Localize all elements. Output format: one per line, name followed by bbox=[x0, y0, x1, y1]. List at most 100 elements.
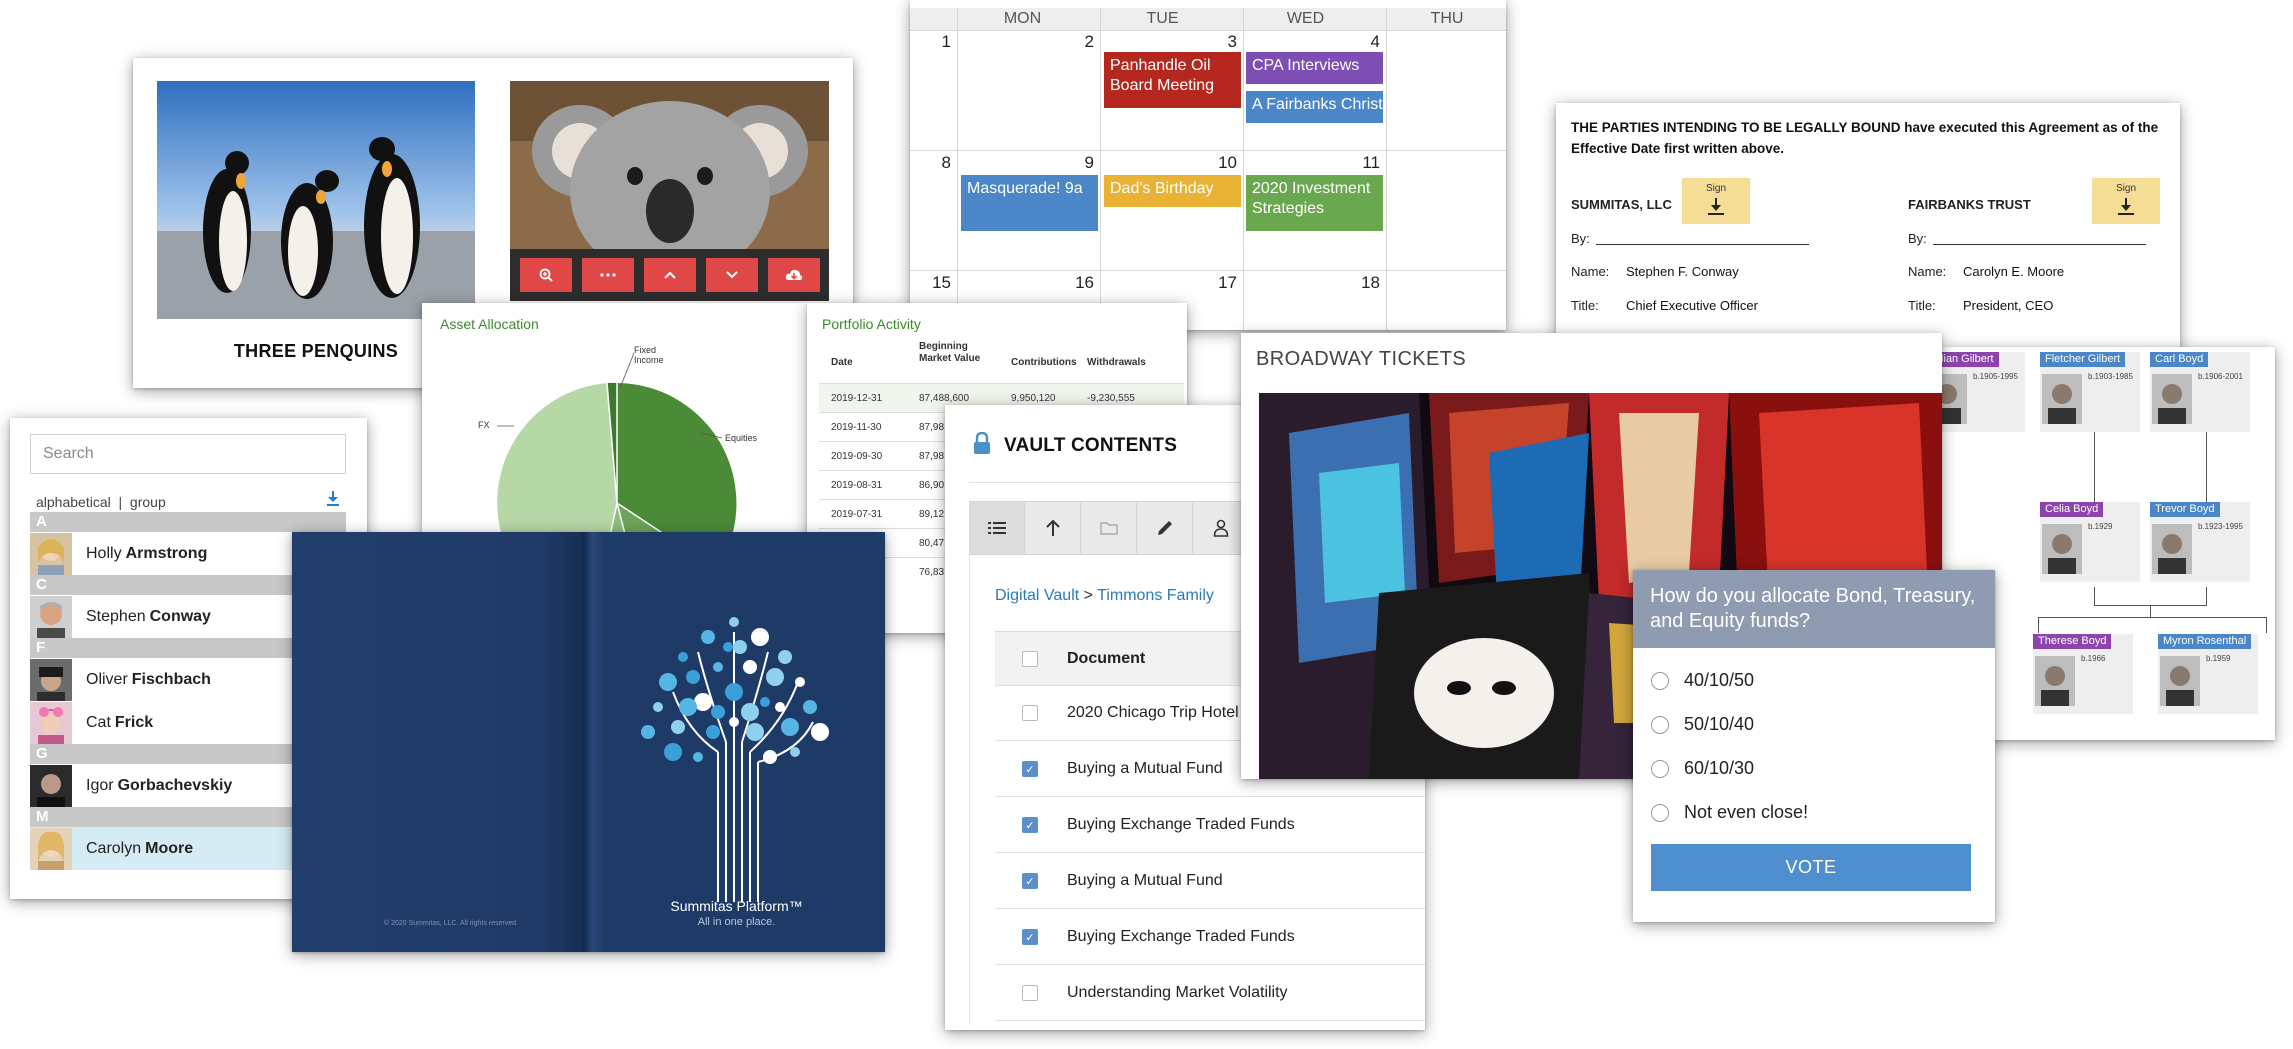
row-checkbox[interactable] bbox=[1022, 705, 1038, 721]
date-8[interactable]: 8 bbox=[927, 153, 951, 173]
poll-option-2[interactable]: 50/10/40 bbox=[1651, 714, 1754, 735]
search-input[interactable] bbox=[30, 434, 346, 474]
breadcrumb-root[interactable]: Digital Vault bbox=[995, 587, 1079, 604]
more-button[interactable] bbox=[581, 258, 634, 292]
event-investment-strategies[interactable]: 2020 Investment Strategies bbox=[1246, 175, 1383, 231]
table-cell: 80,47 bbox=[919, 538, 945, 549]
app-icon bbox=[711, 705, 725, 719]
person-name: Lillian Gilbert bbox=[1940, 352, 1999, 367]
date-16[interactable]: 16 bbox=[1070, 273, 1094, 293]
party-right: FAIRBANKS TRUST bbox=[1908, 197, 2031, 212]
download-icon[interactable] bbox=[326, 490, 340, 506]
tree-node[interactable]: Fletcher Gilbert b.1903-1985 bbox=[2040, 352, 2140, 432]
sign-label: Sign bbox=[1705, 183, 1726, 194]
app-icon bbox=[743, 660, 757, 674]
radio-button[interactable] bbox=[1651, 715, 1669, 734]
date-2[interactable]: 2 bbox=[1070, 32, 1094, 52]
event-cpa-interviews[interactable]: CPA Interviews bbox=[1246, 52, 1383, 84]
date-18[interactable]: 18 bbox=[1356, 273, 1380, 293]
tree-node[interactable]: Trevor Boyd b.1923-1995 bbox=[2150, 502, 2250, 582]
table-row[interactable]: Understanding Market Volatility bbox=[995, 966, 1425, 1021]
app-icon bbox=[733, 640, 747, 654]
date-3[interactable]: 3 bbox=[1213, 32, 1237, 52]
party-left: SUMMITAS, LLC bbox=[1571, 197, 1672, 212]
breadcrumb-current[interactable]: Timmons Family bbox=[1097, 587, 1214, 604]
poll-option-3[interactable]: 60/10/30 bbox=[1651, 758, 1754, 779]
allocation-pie-chart[interactable] bbox=[422, 303, 807, 533]
app-icon bbox=[746, 723, 764, 741]
app-icon bbox=[686, 670, 700, 684]
poll-option-1[interactable]: 40/10/50 bbox=[1651, 670, 1754, 691]
table-cell: 86,90 bbox=[919, 480, 945, 491]
date-10[interactable]: 10 bbox=[1213, 153, 1237, 173]
table-row[interactable]: ✓ Buying Exchange Traded Funds bbox=[995, 910, 1425, 965]
day-header-wed: WED bbox=[1286, 10, 1325, 27]
edit-button[interactable] bbox=[1137, 502, 1193, 554]
avatar bbox=[30, 764, 72, 807]
event-fairbanks-christmas[interactable]: A Fairbanks Christmas bbox=[1246, 91, 1383, 123]
row-checkbox[interactable]: ✓ bbox=[1022, 873, 1038, 889]
date-1[interactable]: 1 bbox=[927, 32, 951, 52]
option-label: 40/10/50 bbox=[1684, 670, 1755, 690]
table-cell: 9,950,120 bbox=[1011, 393, 1056, 404]
app-icon bbox=[741, 703, 759, 721]
row-checkbox[interactable]: ✓ bbox=[1022, 761, 1038, 777]
document-name: Buying a Mutual Fund bbox=[1067, 760, 1223, 777]
tree-node[interactable]: Therese Boyd b.1966 bbox=[2033, 634, 2133, 714]
move-up-button[interactable] bbox=[643, 258, 696, 292]
vault-title: VAULT CONTENTS bbox=[1004, 435, 1178, 456]
date-4[interactable]: 4 bbox=[1356, 32, 1380, 52]
vote-button[interactable]: VOTE bbox=[1651, 844, 1971, 891]
table-cell: 2019-07-31 bbox=[831, 509, 883, 520]
column-header: Contributions bbox=[1011, 357, 1077, 368]
download-button[interactable] bbox=[767, 258, 820, 292]
tree-node[interactable]: Celia Boyd b.1929 bbox=[2040, 502, 2140, 582]
radio-button[interactable] bbox=[1651, 671, 1669, 690]
arrow-down-icon bbox=[1708, 198, 1724, 215]
option-label: Not even close! bbox=[1684, 802, 1809, 822]
radio-button[interactable] bbox=[1651, 759, 1669, 778]
tree-node[interactable]: Carl Boyd b.1906-2001 bbox=[2150, 352, 2250, 432]
poll-option-4[interactable]: Not even close! bbox=[1651, 802, 1808, 823]
koala-photo[interactable] bbox=[510, 81, 829, 249]
event-dads-birthday[interactable]: Dad's Birthday bbox=[1104, 175, 1241, 207]
date-15[interactable]: 15 bbox=[927, 273, 951, 293]
poll-card: How do you allocate Bond, Treasury, and … bbox=[1633, 570, 1995, 922]
date-9[interactable]: 9 bbox=[1070, 153, 1094, 173]
document-name: Buying a Mutual Fund bbox=[1067, 872, 1223, 889]
pencil-icon bbox=[1157, 521, 1172, 535]
event-panhandle[interactable]: Panhandle Oil Board Meeting bbox=[1104, 52, 1241, 108]
app-icon bbox=[653, 702, 663, 712]
sort-toggle[interactable]: alphabetical | group bbox=[36, 494, 166, 510]
sign-button-right[interactable]: Sign bbox=[2092, 178, 2160, 224]
poll-question: How do you allocate Bond, Treasury, and … bbox=[1650, 585, 1976, 632]
name-value-left: Stephen F. Conway bbox=[1626, 264, 1739, 279]
row-checkbox[interactable] bbox=[1022, 985, 1038, 1001]
contact-last-name: Moore bbox=[145, 839, 194, 857]
date-11[interactable]: 11 bbox=[1356, 153, 1380, 173]
date-17[interactable]: 17 bbox=[1213, 273, 1237, 293]
sign-button-left[interactable]: Sign bbox=[1682, 178, 1750, 224]
upload-button[interactable] bbox=[1025, 502, 1081, 554]
list-view-button[interactable] bbox=[969, 502, 1025, 554]
new-folder-button[interactable] bbox=[1081, 502, 1137, 554]
row-checkbox[interactable]: ✓ bbox=[1022, 929, 1038, 945]
zoom-in-button[interactable] bbox=[519, 258, 572, 292]
app-icon bbox=[803, 700, 817, 714]
tree-node[interactable]: Lillian Gilbert b.1905-1995 bbox=[1940, 352, 2025, 432]
app-icon bbox=[763, 750, 777, 764]
letter-divider: A bbox=[30, 512, 346, 532]
table-cell: 2019-09-30 bbox=[831, 451, 883, 462]
column-header-document: Document bbox=[1067, 649, 1146, 667]
radio-button[interactable] bbox=[1651, 803, 1669, 822]
tree-node[interactable]: Myron Rosenthal b.1959 bbox=[2158, 634, 2258, 714]
table-row[interactable]: ✓ Buying a Mutual Fund bbox=[995, 854, 1425, 909]
app-icon bbox=[781, 718, 799, 736]
event-masquerade[interactable]: Masquerade! 9a bbox=[961, 175, 1098, 231]
row-checkbox[interactable]: ✓ bbox=[1022, 817, 1038, 833]
penguins-photo[interactable] bbox=[157, 81, 475, 319]
table-row[interactable]: ✓ Buying Exchange Traded Funds bbox=[995, 798, 1425, 853]
select-all-checkbox[interactable] bbox=[1022, 650, 1038, 667]
move-down-button[interactable] bbox=[705, 258, 758, 292]
contact-first-name: Igor bbox=[86, 776, 114, 794]
